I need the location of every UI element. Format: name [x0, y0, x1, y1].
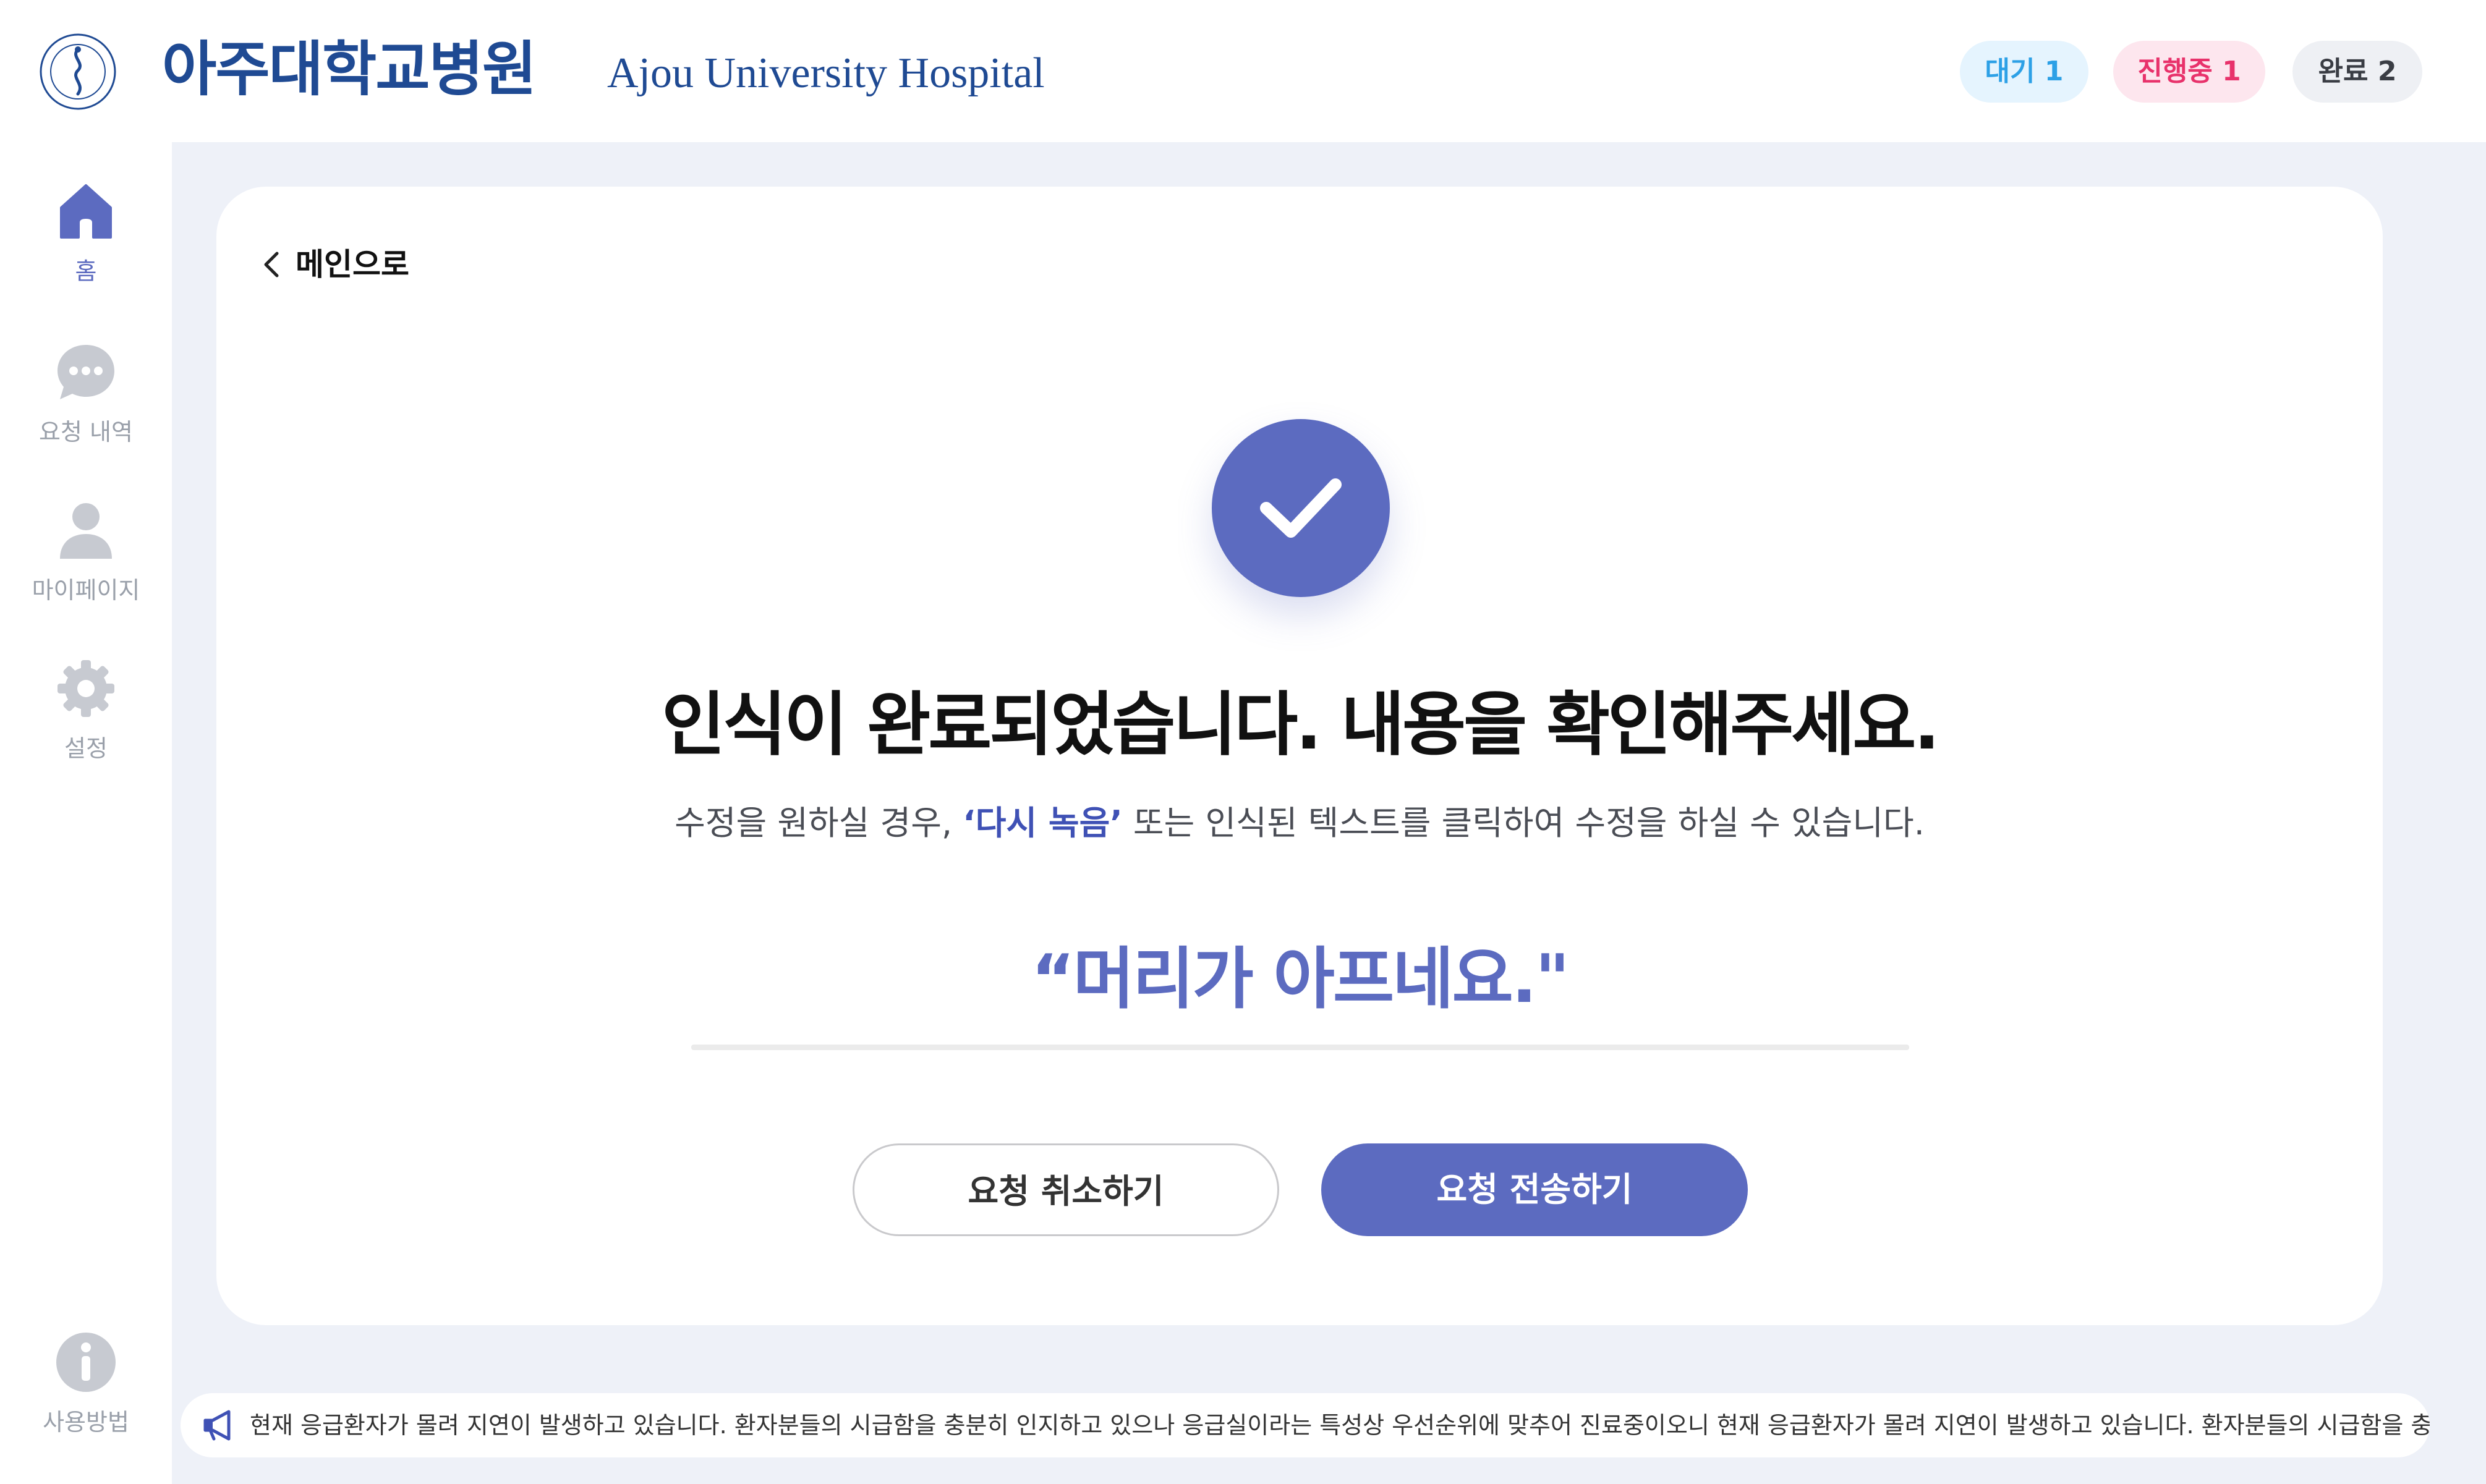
sidebar-item-label: 마이페이지	[32, 577, 140, 604]
hospital-emblem-icon	[40, 33, 116, 110]
send-request-button[interactable]: 요청 전송하기	[1321, 1143, 1748, 1236]
instruction-text: 수정을 원하실 경우, ‘다시 녹음’ 또는 인식된 텍스트를 클릭하여 수정을…	[216, 795, 2383, 844]
gear-icon	[57, 660, 114, 717]
sidebar-item-label: 요청 내역	[39, 418, 133, 446]
sidebar-item-label: 설정	[64, 735, 108, 762]
logo-korean: 아주대학교병원	[162, 35, 537, 104]
back-label: 메인으로	[296, 247, 409, 282]
logo-english: Ajou University Hospital	[607, 49, 1045, 97]
instruction-text-after: 또는 인식된 텍스트를 클릭하여 수정을 하실 수 있습니다.	[1122, 803, 1925, 842]
page-title: 인식이 완료되었습니다. 내용을 확인해주세요.	[662, 685, 1940, 765]
status-badge-waiting[interactable]: 대기 1	[1960, 41, 2088, 103]
sidebar-item-requests[interactable]: 요청 내역	[0, 340, 172, 447]
notice-bar: 현재 응급환자가 몰려 지연이 발생하고 있습니다. 환자분들의 시급함을 충분…	[181, 1393, 2430, 1457]
check-icon	[1260, 478, 1342, 538]
user-icon	[60, 503, 112, 559]
sidebar-item-settings[interactable]: 설정	[0, 656, 172, 763]
info-icon	[56, 1333, 116, 1392]
back-to-main-link[interactable]: 메인으로	[262, 240, 409, 289]
cancel-request-button[interactable]: 요청 취소하기	[853, 1143, 1279, 1236]
chat-icon	[57, 345, 114, 399]
sidebar-item-home[interactable]: 홈	[0, 179, 172, 286]
notice-text: 현재 응급환자가 몰려 지연이 발생하고 있습니다. 환자분들의 시급함을 충분…	[250, 1412, 2430, 1439]
chevron-left-icon	[264, 252, 279, 277]
home-icon	[60, 184, 112, 239]
text-underline-divider	[691, 1045, 1909, 1050]
megaphone-icon	[203, 1410, 231, 1441]
status-badge-done[interactable]: 완료 2	[2292, 41, 2422, 103]
sidebar-item-help[interactable]: 사용방법	[0, 1330, 172, 1437]
main-card: 메인으로 인식이 완료되었습니다. 내용을 확인해주세요. 수정을 원하실 경우…	[216, 187, 2383, 1325]
rerecord-hint: ‘다시 녹음’	[963, 803, 1123, 842]
sidebar-item-label: 사용방법	[43, 1409, 129, 1436]
sidebar-item-label: 홈	[75, 258, 97, 285]
success-badge	[1212, 419, 1390, 597]
status-badge-in-progress[interactable]: 진행중 1	[2113, 41, 2265, 103]
instruction-text-before: 수정을 원하실 경우,	[675, 803, 963, 842]
sidebar-item-mypage[interactable]: 마이페이지	[0, 498, 172, 605]
recognized-text[interactable]: “머리가 아프네요."	[216, 925, 2383, 1022]
top-header: 아주대학교병원 Ajou University Hospital 대기 1 진행…	[0, 0, 2486, 142]
